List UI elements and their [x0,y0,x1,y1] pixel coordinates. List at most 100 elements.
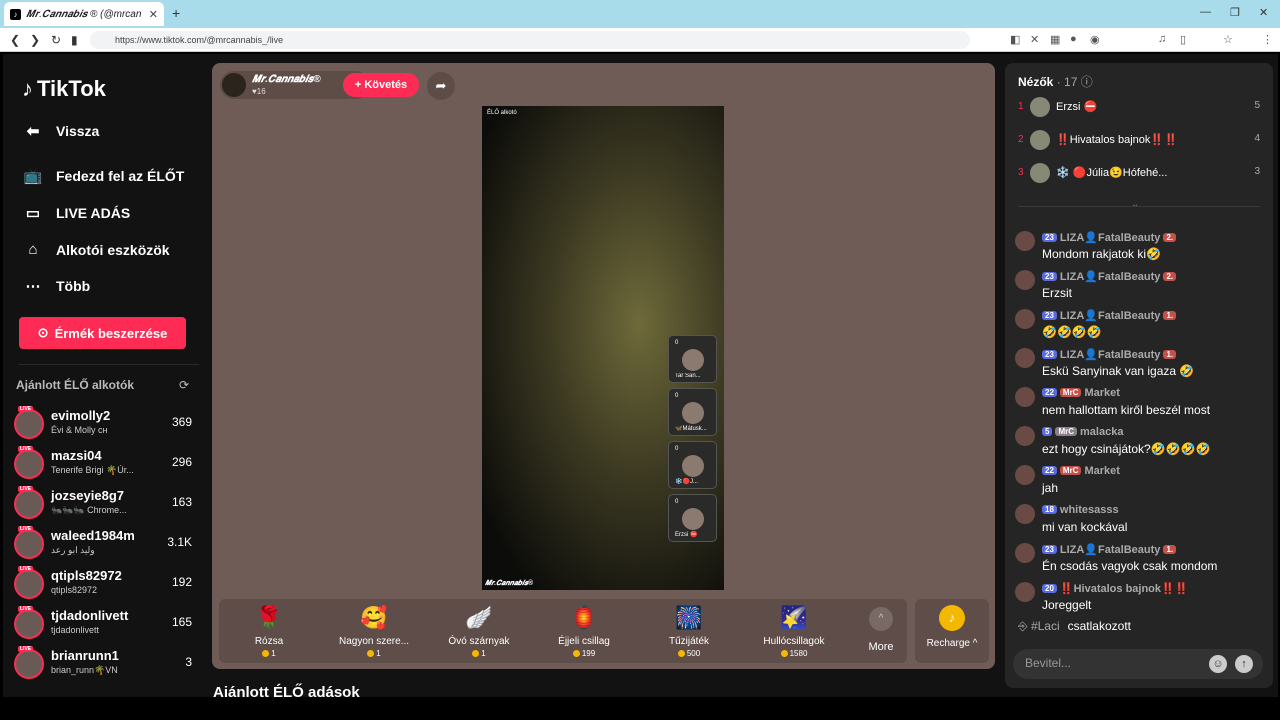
avatar[interactable] [1015,309,1035,329]
gift-item[interactable]: 🪽 Óvó szárnyak 1 [429,603,529,658]
guest-label: Tar San... [675,373,701,379]
avatar[interactable] [1015,504,1035,524]
joined-text: csatlakozott [1067,619,1131,633]
avatar[interactable] [1015,465,1035,485]
extension-icon[interactable]: ◉ [1090,33,1100,46]
extension-icon[interactable]: ◧ [1010,33,1020,46]
chat-username[interactable]: LIZA👤FatalBeauty [1060,349,1161,361]
chat-username[interactable]: malacka [1080,426,1123,438]
follow-button[interactable]: + Követés [343,73,419,97]
nav-creator-tools[interactable]: ⌂ Alkotói eszközök [23,241,169,258]
chat-username[interactable]: Market [1084,387,1119,399]
joined-user[interactable]: #Laci [1031,619,1060,633]
avatar[interactable] [14,569,44,599]
chat-username[interactable]: LIZA👤FatalBeauty [1060,271,1161,283]
avatar[interactable] [1015,426,1035,446]
avatar[interactable] [14,409,44,439]
guest-tile[interactable]: 0 ❄️🔴J... [668,441,717,489]
avatar[interactable] [1015,387,1035,407]
back-icon[interactable]: ❮ [10,33,20,47]
avatar[interactable] [14,489,44,519]
guest-tile[interactable]: 0 Erzsi ⛔ [668,494,717,542]
recommended-live-title: Ajánlott ÉLŐ adások [213,684,360,697]
restore-icon[interactable]: ❐ [1230,6,1240,19]
avatar[interactable] [1015,543,1035,563]
viewer-row[interactable]: 2 ‼️Hivatalos bajnok‼️‼️ 4 [1018,130,1260,152]
tab-title: 𝑴𝒓.𝑪𝒂𝒏𝒏𝒂𝒃𝒊𝒔 ® (@mrcan [26,8,142,20]
chat-username[interactable]: LIZA👤FatalBeauty [1060,232,1161,244]
rank-badge: 1. [1163,350,1177,359]
creator-item[interactable]: LIVE jozseyie8g7 🐜🐜🐜 Chrome... 163 [14,486,194,522]
gift-item[interactable]: 🏮 Éjjeli csillag 199 [534,603,634,658]
sidebar-icon[interactable]: ▯ [1180,33,1186,46]
gift-item[interactable]: 🎆 Tűzijáték 500 [639,603,739,658]
viewer-row[interactable]: 1 Erzsi ⛔ 5 [1018,97,1260,119]
host-avatar[interactable] [222,73,246,97]
extension-icon[interactable]: ✕ [1030,33,1039,46]
browser-tab[interactable]: ♪ 𝑴𝒓.𝑪𝒂𝒏𝒏𝒂𝒃𝒊𝒔 ® (@mrcan ✕ [4,2,164,26]
divider [1018,206,1260,207]
avatar[interactable] [1015,231,1035,251]
recharge-button[interactable]: ♪ Recharge ^ [915,599,989,663]
reload-icon[interactable]: ↻ [51,33,61,47]
host-name[interactable]: 𝑴𝒓.𝑪𝒂𝒏𝒏𝒂𝒃𝒊𝒔® [252,74,321,85]
creator-item[interactable]: LIVE waleed1984m وليد ابو رعد 3.1K [14,526,194,562]
more-gifts-button[interactable]: ^ More [851,607,911,653]
chat-username[interactable]: ‼️Hivatalos bajnok‼️‼️ [1060,583,1189,595]
get-coins-button[interactable]: ⊙ Érmék beszerzése [19,317,186,349]
creator-name: waleed1984m [51,528,135,543]
nav-go-live[interactable]: ▭ LIVE ADÁS [23,204,130,222]
avatar [682,508,704,530]
guest-tile[interactable]: 0 Tar San... [668,335,717,383]
gift-item[interactable]: 🌠 Hullócsillagok 1580 [744,603,844,658]
menu-icon[interactable]: ⋮ [1262,33,1273,46]
extension-icon[interactable]: ● [1070,33,1077,45]
avatar[interactable] [14,449,44,479]
viewers-header[interactable]: Nézők · 17 ⓘ [1018,73,1093,90]
nav-more[interactable]: ⋯ Több [23,277,91,295]
nav-explore-live[interactable]: 📺 Fedezd fel az ÉLŐT [23,167,185,185]
avatar[interactable] [1015,582,1035,602]
creator-item[interactable]: LIVE brianrunn1 brian_runn🌴VN 3 [14,646,194,682]
share-icon[interactable]: ➦ [427,72,455,100]
star-icon[interactable]: ☆ [1223,33,1233,46]
gift-icon: 🌹 [255,605,283,630]
url-field[interactable]: https://www.tiktok.com/@mrcannabis_/live [90,31,970,49]
minimize-icon[interactable]: — [1200,6,1211,18]
chat-username[interactable]: whitesasss [1060,504,1119,516]
avatar[interactable] [1015,348,1035,368]
viewer-row[interactable]: 3 ❄️ 🔴Júlia😉Hófehé... 3 [1018,163,1260,185]
tiktok-logo[interactable]: ♪ TikTok [22,76,106,102]
creator-item[interactable]: LIVE evimolly2 Évi & Molly ᴄʜ 369 [14,406,194,442]
avatar[interactable] [14,529,44,559]
chat-username[interactable]: LIZA👤FatalBeauty [1060,544,1161,556]
extension-icon[interactable]: ▦ [1050,33,1060,46]
gift-item[interactable]: 🌹 Rózsa 1 [219,603,319,658]
close-window-icon[interactable]: ✕ [1259,6,1268,19]
creator-item[interactable]: LIVE mazsi04 Tenerife Brigi 🌴Úr... 296 [14,446,194,482]
chat-username[interactable]: LIZA👤FatalBeauty [1060,310,1161,322]
avatar[interactable] [14,609,44,639]
creator-item[interactable]: LIVE tjdadonlivett tjdadonlivett 165 [14,606,194,642]
chevron-down-icon[interactable]: ⌄ [1131,199,1139,210]
live-video[interactable]: ÉLŐ alkotó 0 Tar San... 0 🦋Mátusk... 0 ❄️🔴J..… [482,106,724,590]
music-icon[interactable]: ♫ [1158,33,1166,45]
forward-icon[interactable]: ❯ [30,33,40,47]
new-tab-icon[interactable]: + [172,5,180,21]
rank-badge: 2. [1163,272,1177,281]
creator-name: qtipls82972 [51,568,122,583]
help-icon[interactable]: ⓘ [1081,75,1093,89]
gift-item[interactable]: 🥰 Nagyon szere... 1 [324,603,424,658]
refresh-icon[interactable]: ⟳ [179,378,189,392]
emoji-icon[interactable]: ☺ [1209,655,1227,673]
creator-item[interactable]: LIVE qtipls82972 qtipls82972 192 [14,566,194,602]
bookmark-icon[interactable]: ▮ [71,33,78,47]
close-tab-icon[interactable]: ✕ [149,8,158,21]
chat-input[interactable] [1025,656,1205,670]
avatar[interactable] [1015,270,1035,290]
avatar[interactable] [14,649,44,679]
send-icon[interactable]: ↑ [1235,655,1253,673]
guest-tile[interactable]: 0 🦋Mátusk... [668,388,717,436]
chat-username[interactable]: Market [1084,465,1119,477]
nav-back[interactable]: ⬅ Vissza [23,122,100,140]
